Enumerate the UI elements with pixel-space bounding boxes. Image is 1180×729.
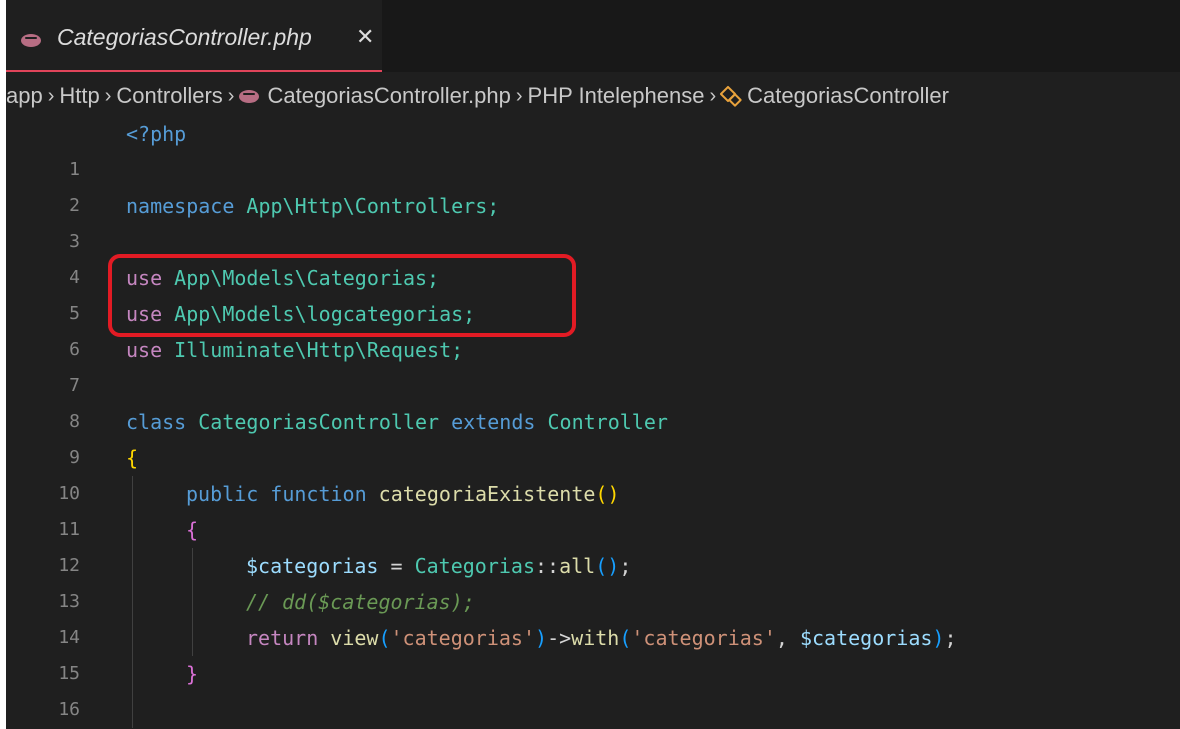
string: 'categorias' — [631, 626, 776, 650]
breadcrumb-item-controllers[interactable]: Controllers — [116, 83, 222, 109]
paren: ( — [378, 626, 391, 650]
variable: $categorias — [246, 554, 379, 578]
tab-bar-empty — [382, 0, 1180, 72]
tab-bar: CategoriasController.php ✕ — [6, 0, 1180, 72]
method-call: all — [559, 554, 596, 578]
tab-title: CategoriasController.php — [57, 24, 312, 50]
variable: $categorias — [799, 626, 933, 650]
paren: ) — [932, 626, 945, 650]
operator: -> — [547, 626, 572, 650]
code-line[interactable]: 2 — [6, 152, 1180, 216]
breadcrumb-item-http[interactable]: Http — [59, 83, 99, 109]
brace: } — [186, 662, 199, 686]
code-line[interactable]: 1 <?php — [6, 116, 1180, 180]
php-elephant-icon — [21, 34, 41, 47]
highlight-annotation-box — [108, 254, 576, 337]
parent-class: Controller — [547, 410, 668, 434]
paren: ( — [619, 626, 632, 650]
chevron-right-icon: › — [104, 84, 112, 107]
code-line[interactable]: 15 return view('categorias')->with('cate… — [6, 620, 1180, 684]
code-line[interactable]: 16 } — [6, 656, 1180, 720]
brace: { — [126, 446, 139, 470]
keyword: namespace — [126, 194, 235, 218]
keyword: function — [270, 482, 367, 506]
namespace-path: App\Http\Controllers; — [234, 194, 500, 218]
keyword: class — [126, 410, 187, 434]
close-icon[interactable]: ✕ — [356, 25, 374, 50]
chevron-right-icon: › — [47, 84, 55, 107]
brace: { — [186, 518, 199, 542]
import-path: Illuminate\Http\Request; — [162, 338, 464, 362]
editor-window: CategoriasController.php ✕ app › Http › … — [6, 0, 1180, 729]
breadcrumb: app › Http › Controllers › CategoriasCon… — [6, 78, 1180, 114]
operator: :: — [535, 554, 560, 578]
keyword: return — [246, 626, 319, 650]
class-name: CategoriasController — [198, 410, 440, 434]
php-open-tag: <?php — [126, 122, 187, 146]
code-line[interactable]: 13 $categorias = Categorias::all(); — [6, 548, 1180, 612]
php-elephant-icon — [239, 89, 260, 103]
code-line[interactable]: 7 use Illuminate\Http\Request; — [6, 332, 1180, 396]
code-line[interactable]: 8 — [6, 368, 1180, 432]
chevron-right-icon: › — [227, 84, 235, 107]
code-line[interactable]: 9 class CategoriasController extends Con… — [6, 404, 1180, 468]
chevron-right-icon: › — [515, 84, 523, 107]
semicolon: ; — [944, 626, 957, 650]
breadcrumb-item-app[interactable]: app — [6, 83, 43, 109]
method-call: with — [571, 626, 620, 650]
parens: () — [595, 554, 620, 578]
keyword: extends — [451, 410, 536, 434]
paren: ) — [535, 626, 548, 650]
code-line[interactable]: 14 // dd($categorias); — [6, 584, 1180, 648]
tab-categorias-controller[interactable]: CategoriasController.php ✕ — [6, 0, 382, 72]
indent-guide — [132, 692, 133, 728]
comment: // dd($categorias); — [246, 590, 475, 614]
code-line[interactable]: 11 public function categoriaExistente() — [6, 476, 1180, 540]
breadcrumb-item-intelephense[interactable]: PHP Intelephense — [528, 83, 705, 109]
code-line[interactable]: 3 namespace App\Http\Controllers; — [6, 188, 1180, 252]
chevron-right-icon: › — [709, 84, 717, 107]
string: 'categorias' — [390, 626, 536, 650]
class-ref: Categorias — [414, 554, 535, 578]
operator: = — [378, 554, 415, 578]
semicolon: ; — [619, 554, 632, 578]
parens: () — [595, 482, 620, 506]
keyword: use — [126, 338, 163, 362]
code-line[interactable]: 17 — [6, 692, 1180, 728]
comma: , — [775, 626, 800, 650]
breadcrumb-item-class[interactable]: CategoriasController — [747, 83, 949, 109]
function-call: view — [330, 626, 379, 650]
code-line[interactable]: 10 { — [6, 440, 1180, 504]
function-name: categoriaExistente — [378, 482, 596, 506]
code-line[interactable]: 12 { — [6, 512, 1180, 576]
keyword: public — [186, 482, 259, 506]
breadcrumb-item-file[interactable]: CategoriasController.php — [267, 83, 510, 109]
class-symbol-icon — [721, 86, 741, 106]
code-editor[interactable]: 1 <?php 2 3 namespace App\Http\Controlle… — [6, 116, 1180, 728]
